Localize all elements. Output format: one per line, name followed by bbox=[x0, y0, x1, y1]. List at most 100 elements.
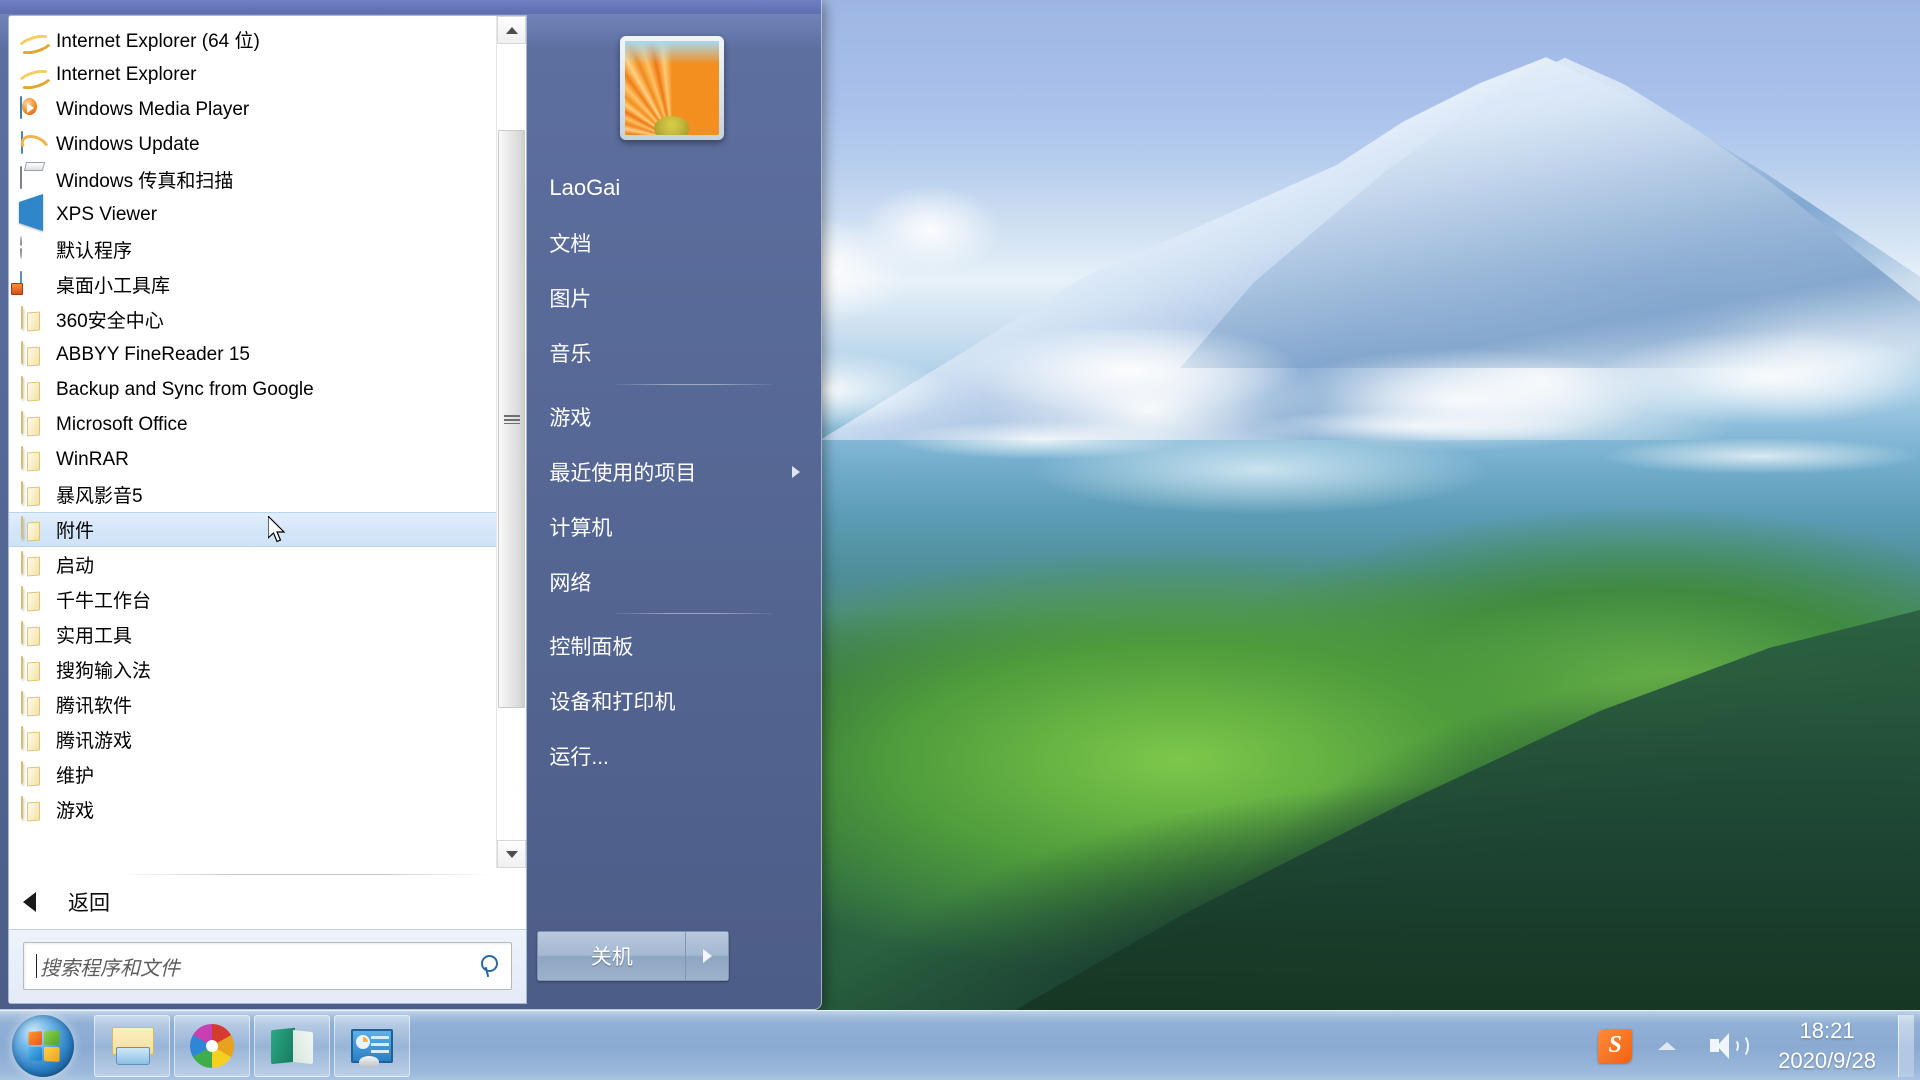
taskbar-buttons bbox=[94, 1014, 410, 1077]
internet-explorer-icon bbox=[19, 62, 45, 88]
taskbar-button-360-browser[interactable] bbox=[174, 1014, 250, 1077]
folder-item-utilities[interactable]: 实用工具 bbox=[9, 617, 496, 652]
folder-item-tencent-games[interactable]: 腾讯游戏 bbox=[9, 722, 496, 757]
program-label: Windows Update bbox=[56, 133, 200, 155]
taskbar-button-control-panel-app[interactable] bbox=[334, 1014, 410, 1077]
right-item-documents[interactable]: 文档 bbox=[527, 215, 816, 270]
blue-panel-icon bbox=[351, 1028, 393, 1068]
folder-item-tencent-software[interactable]: 腾讯软件 bbox=[9, 687, 496, 722]
back-button[interactable]: 返回 bbox=[9, 875, 526, 929]
right-item-music[interactable]: 音乐 bbox=[527, 325, 816, 380]
program-label: Internet Explorer (64 位) bbox=[56, 31, 260, 52]
folder-icon bbox=[19, 620, 45, 648]
shutdown-area: 关机 bbox=[527, 908, 816, 1004]
scroll-down-button[interactable] bbox=[497, 840, 527, 868]
folder-item-backup-and-sync[interactable]: Backup and Sync from Google bbox=[9, 372, 496, 407]
show-desktop-button[interactable] bbox=[1898, 1014, 1914, 1077]
scrollbar-track[interactable] bbox=[497, 44, 527, 840]
folder-item-sogou-input[interactable]: 搜狗输入法 bbox=[9, 652, 496, 687]
back-arrow-icon bbox=[23, 892, 36, 912]
folder-item-games[interactable]: 游戏 bbox=[9, 792, 496, 827]
folder-item-abbyy-finereader[interactable]: ABBYY FineReader 15 bbox=[9, 337, 496, 372]
right-item-games[interactable]: 游戏 bbox=[527, 389, 816, 444]
program-item-windows-media-player[interactable]: Windows Media Player bbox=[9, 92, 496, 127]
folder-item-qianniu[interactable]: 千牛工作台 bbox=[9, 582, 496, 617]
flower-avatar-icon bbox=[624, 41, 719, 135]
right-item-control-panel[interactable]: 控制面板 bbox=[527, 618, 816, 673]
clock-time: 18:21 bbox=[1799, 1017, 1855, 1043]
right-item-pictures[interactable]: 图片 bbox=[527, 270, 816, 325]
search-icon[interactable] bbox=[479, 955, 501, 977]
volume-icon[interactable] bbox=[1710, 1031, 1750, 1061]
scroll-up-button[interactable] bbox=[497, 16, 527, 44]
program-label: Windows Media Player bbox=[56, 98, 250, 120]
sogou-ime-icon[interactable]: S bbox=[1598, 1028, 1633, 1063]
right-item-network[interactable]: 网络 bbox=[527, 554, 816, 609]
folder-item-baofeng[interactable]: 暴风影音5 bbox=[9, 477, 496, 512]
folder-icon bbox=[19, 445, 45, 473]
folder-item-360-security[interactable]: 360安全中心 bbox=[9, 302, 496, 337]
program-item-fax-and-scan[interactable]: Windows 传真和扫描 bbox=[9, 162, 496, 197]
avatar[interactable] bbox=[619, 36, 724, 140]
program-label: 启动 bbox=[56, 556, 95, 577]
start-menu-left-pane: Internet Explorer (64 位) Internet Explor… bbox=[8, 15, 528, 1004]
start-menu-panel: Internet Explorer (64 位) Internet Explor… bbox=[0, 0, 822, 1010]
folder-item-startup[interactable]: 启动 bbox=[9, 547, 496, 582]
clock-date: 2020/9/28 bbox=[1778, 1047, 1876, 1073]
right-item-label: 文档 bbox=[549, 232, 592, 256]
right-item-label: 控制面板 bbox=[549, 635, 634, 659]
right-item-run[interactable]: 运行... bbox=[527, 728, 816, 783]
right-item-label: 音乐 bbox=[549, 342, 592, 366]
folder-item-maintenance[interactable]: 维护 bbox=[9, 757, 496, 792]
program-label: Windows 传真和扫描 bbox=[56, 171, 234, 192]
user-avatar-area[interactable] bbox=[527, 15, 816, 161]
scrollbar-thumb[interactable] bbox=[498, 130, 526, 708]
program-item-internet-explorer[interactable]: Internet Explorer bbox=[9, 57, 496, 92]
search-input[interactable]: 搜索程序和文件 bbox=[23, 942, 513, 990]
right-item-label: 计算机 bbox=[549, 516, 613, 540]
program-label: 暴风影音5 bbox=[56, 486, 143, 507]
program-item-windows-update[interactable]: Windows Update bbox=[9, 127, 496, 162]
folder-icon bbox=[19, 410, 45, 438]
program-label: WinRAR bbox=[56, 448, 129, 470]
programs-scroll-area: Internet Explorer (64 位) Internet Explor… bbox=[9, 16, 527, 868]
chevron-up-icon[interactable] bbox=[1658, 1041, 1677, 1050]
program-item-default-programs[interactable]: 默认程序 bbox=[9, 232, 496, 267]
internet-explorer-icon bbox=[19, 27, 45, 53]
program-label: 千牛工作台 bbox=[56, 591, 152, 612]
right-item-recent-items[interactable]: 最近使用的项目 bbox=[527, 444, 816, 499]
folder-icon bbox=[19, 655, 45, 683]
right-item-computer[interactable]: 计算机 bbox=[527, 499, 816, 554]
taskbar-button-file-explorer[interactable] bbox=[94, 1014, 170, 1077]
taskbar-button-dictionary[interactable] bbox=[254, 1014, 330, 1077]
program-label: 附件 bbox=[56, 521, 95, 542]
folder-item-accessories[interactable]: 附件 bbox=[9, 512, 497, 547]
chevron-right-icon bbox=[702, 949, 712, 963]
program-item-internet-explorer-64[interactable]: Internet Explorer (64 位) bbox=[9, 22, 496, 57]
programs-scrollbar[interactable] bbox=[496, 16, 527, 868]
shutdown-button[interactable]: 关机 bbox=[537, 931, 686, 981]
folder-icon bbox=[19, 305, 45, 333]
right-item-label: 最近使用的项目 bbox=[549, 461, 697, 485]
program-label: 游戏 bbox=[56, 801, 95, 822]
shutdown-button-group: 关机 bbox=[537, 931, 730, 981]
program-item-xps-viewer[interactable]: XPS Viewer bbox=[9, 193, 496, 232]
fax-and-scan-icon bbox=[19, 165, 45, 193]
folder-icon bbox=[19, 550, 45, 578]
folder-item-winrar[interactable]: WinRAR bbox=[9, 442, 496, 477]
program-label: Internet Explorer bbox=[56, 63, 197, 85]
program-label: 腾讯软件 bbox=[56, 696, 133, 717]
clock[interactable]: 18:21 2020/9/28 bbox=[1778, 1016, 1892, 1076]
program-label: Microsoft Office bbox=[56, 413, 188, 435]
folder-item-microsoft-office[interactable]: Microsoft Office bbox=[9, 407, 496, 442]
user-name[interactable]: LaoGai bbox=[527, 161, 816, 215]
divider bbox=[615, 384, 772, 385]
search-placeholder: 搜索程序和文件 bbox=[40, 957, 180, 980]
program-item-desktop-gadget-gallery[interactable]: 桌面小工具库 bbox=[9, 267, 496, 302]
program-label: 搜狗输入法 bbox=[56, 661, 152, 682]
shutdown-options-button[interactable] bbox=[685, 931, 730, 981]
program-label: XPS Viewer bbox=[56, 203, 158, 225]
start-button[interactable] bbox=[6, 1013, 80, 1079]
right-item-devices-and-printers[interactable]: 设备和打印机 bbox=[527, 673, 816, 728]
folder-icon bbox=[19, 340, 45, 368]
